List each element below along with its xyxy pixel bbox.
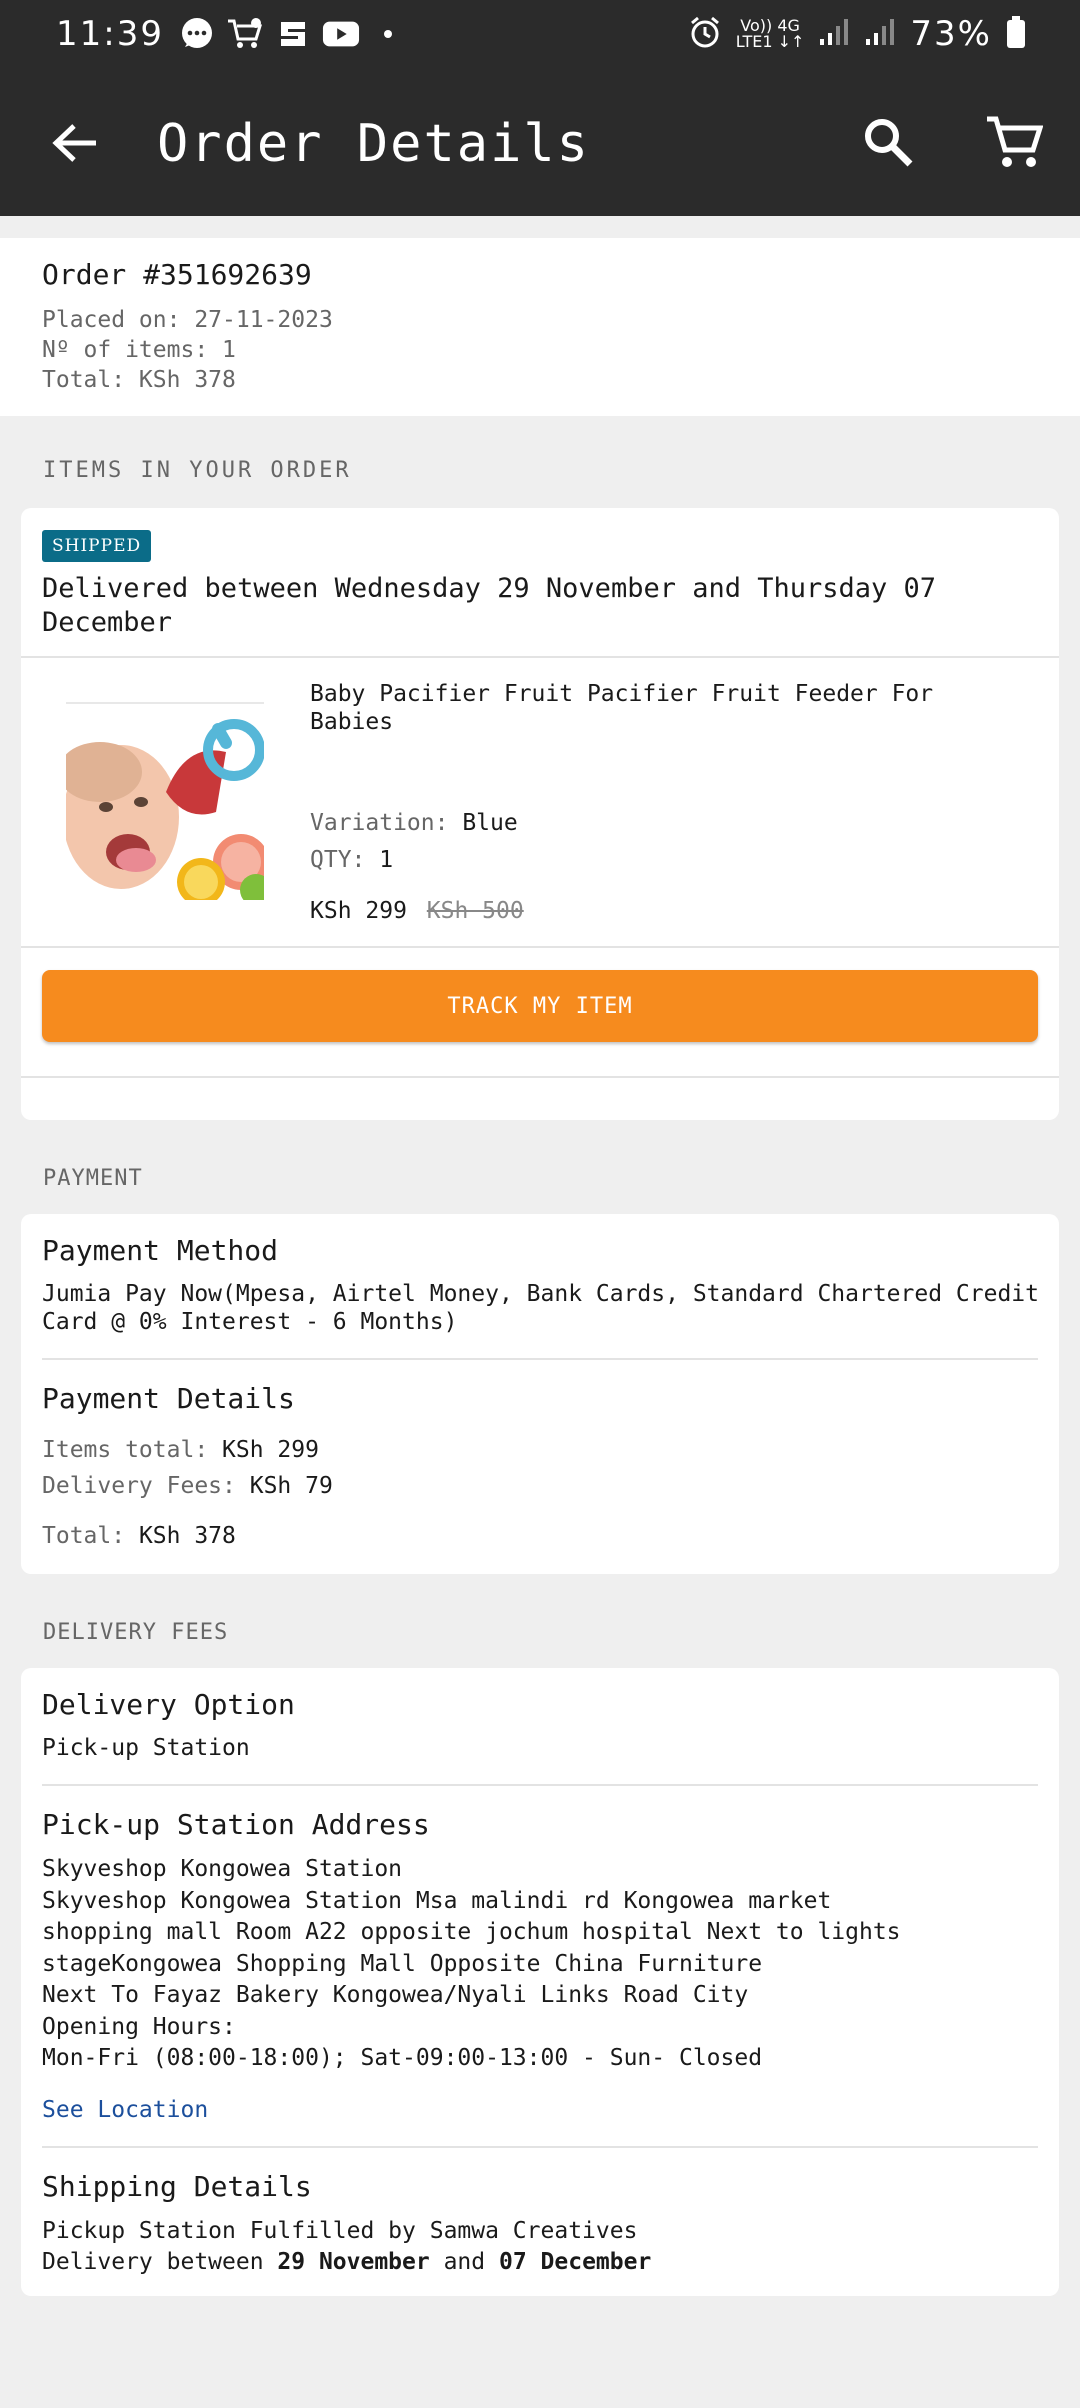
payment-method-title: Payment Method: [42, 1234, 279, 1267]
shipping-details-title: Shipping Details: [42, 2170, 312, 2203]
opening-hours: Mon-Fri (08:00-18:00); Sat-09:00-13:00 -…: [42, 2045, 763, 2071]
back-button[interactable]: [48, 116, 102, 170]
cart-icon: [987, 116, 1043, 167]
delivery-option-value: Pick-up Station: [42, 1735, 250, 1761]
battery-icon: [1006, 15, 1026, 53]
product-qty: QTY: 1: [310, 847, 393, 873]
divider: [42, 1784, 1038, 1786]
app-bar: Order Details: [0, 68, 1080, 216]
delivery-start: 29 November: [277, 2249, 430, 2275]
network-indicator: Vo)) 4G LTE1 ↓↑: [736, 18, 805, 50]
divider: [21, 1076, 1059, 1078]
delivery-section-label: DELIVERY FEES: [43, 1620, 229, 1645]
address-line: shopping mall Room A22 opposite jochum h…: [42, 1919, 901, 1945]
notification-icons: [178, 17, 392, 51]
delivery-between: Delivery between 29 November and 07 Dece…: [42, 2247, 1042, 2278]
address-line: stageKongowea Shopping Mall Opposite Chi…: [42, 1950, 763, 1977]
payment-details-title: Payment Details: [42, 1382, 295, 1415]
address-line: Skyveshop Kongowea Station Msa malindi r…: [42, 1887, 832, 1914]
items-total-value: KSh 299: [222, 1437, 319, 1463]
order-summary: Order #351692639 Placed on: 27-11-2023 N…: [0, 238, 1080, 416]
opening-hours-label: Opening Hours:: [42, 2013, 236, 2040]
delivery-fees-row: Delivery Fees: KSh 79: [42, 1472, 1042, 1500]
page-title: Order Details: [157, 114, 590, 174]
product-variation: Variation: Blue: [310, 810, 518, 836]
fulfilled-by: Pickup Station Fulfilled by Samwa Creati…: [42, 2218, 638, 2244]
divider: [42, 1358, 1038, 1360]
status-time: 11:39: [56, 14, 164, 54]
status-badge: SHIPPED: [42, 530, 152, 562]
delivery-window: Delivered between Wednesday 29 November …: [42, 573, 937, 638]
system-icons: Vo)) 4G LTE1 ↓↑ 73%: [688, 14, 1026, 54]
divider: [21, 656, 1059, 658]
network-lte: LTE1 ↓↑: [735, 32, 805, 51]
delivery-and: and: [429, 2249, 499, 2275]
payment-method-text: Jumia Pay Now(Mpesa, Airtel Money, Bank …: [42, 1281, 1039, 1335]
payment-card: Payment Method Jumia Pay Now(Mpesa, Airt…: [21, 1214, 1059, 1574]
divider: [21, 946, 1059, 948]
current-price: KSh 299: [310, 898, 407, 924]
order-total: Total: KSh 378: [42, 367, 236, 393]
youtube-icon: [322, 17, 360, 51]
product-name[interactable]: Baby Pacifier Fruit Pacifier Fruit Feede…: [310, 680, 1030, 736]
more-notifications-icon: [383, 30, 392, 38]
signal-icon-2: [864, 17, 896, 51]
product-image[interactable]: [58, 702, 272, 906]
see-location-link[interactable]: See Location: [42, 2096, 208, 2124]
cart-button[interactable]: [982, 112, 1046, 172]
order-number: Order #351692639: [42, 258, 312, 291]
station-address-title: Pick-up Station Address: [42, 1808, 430, 1841]
delivery-option-title: Delivery Option: [42, 1688, 295, 1721]
payment-total-row: Total: KSh 378: [42, 1522, 1042, 1550]
product-price: KSh 299 KSh 500: [310, 898, 524, 924]
payment-section-label: PAYMENT: [43, 1166, 143, 1191]
track-item-button[interactable]: TRACK MY ITEM: [42, 970, 1038, 1042]
variation-label: Variation:: [310, 810, 463, 836]
qty-label: QTY:: [310, 847, 380, 873]
delivery-fees-value: KSh 79: [249, 1473, 333, 1499]
signal-icon: [818, 17, 850, 51]
station-address-block: Skyveshop Kongowea Station Skyveshop Kon…: [42, 1854, 1042, 2075]
items-count: Nº of items: 1: [42, 337, 236, 363]
shipping-details-block: Pickup Station Fulfilled by Samwa Creati…: [42, 2216, 1042, 2278]
payment-total-label: Total:: [42, 1523, 139, 1549]
items-total-row: Items total: KSh 299: [42, 1436, 1042, 1464]
delivery-card: Delivery Option Pick-up Station Pick-up …: [21, 1668, 1059, 2296]
station-name: Skyveshop Kongowea Station: [42, 1856, 403, 1882]
payment-total-value: KSh 378: [138, 1523, 236, 1549]
app-icon: [274, 17, 312, 51]
delivery-end: 07 December: [498, 2249, 652, 2275]
chat-icon: [178, 17, 216, 51]
items-total-label: Items total:: [42, 1437, 223, 1463]
divider: [42, 2146, 1038, 2148]
qty-value: 1: [379, 847, 394, 873]
placed-on: Placed on: 27-11-2023: [42, 307, 333, 333]
variation-value: Blue: [462, 810, 518, 836]
back-arrow-icon: [52, 124, 96, 162]
delivery-prefix: Delivery between: [42, 2249, 278, 2275]
product-photo: [58, 702, 272, 906]
search-icon: [865, 119, 913, 167]
items-section-label: ITEMS IN YOUR ORDER: [43, 458, 352, 483]
old-price: KSh 500: [426, 898, 524, 924]
items-card: SHIPPED Delivered between Wednesday 29 N…: [21, 508, 1059, 1120]
alarm-icon: [688, 15, 722, 53]
cart-icon: [226, 17, 264, 51]
address-line: Next To Fayaz Bakery Kongowea/Nyali Link…: [42, 1982, 749, 2008]
delivery-fees-label: Delivery Fees:: [42, 1473, 250, 1499]
search-button[interactable]: [858, 112, 918, 172]
battery-percent: 73%: [910, 14, 992, 54]
status-bar: 11:39 Vo)) 4G LTE1 ↓↑ 73%: [0, 0, 1080, 68]
